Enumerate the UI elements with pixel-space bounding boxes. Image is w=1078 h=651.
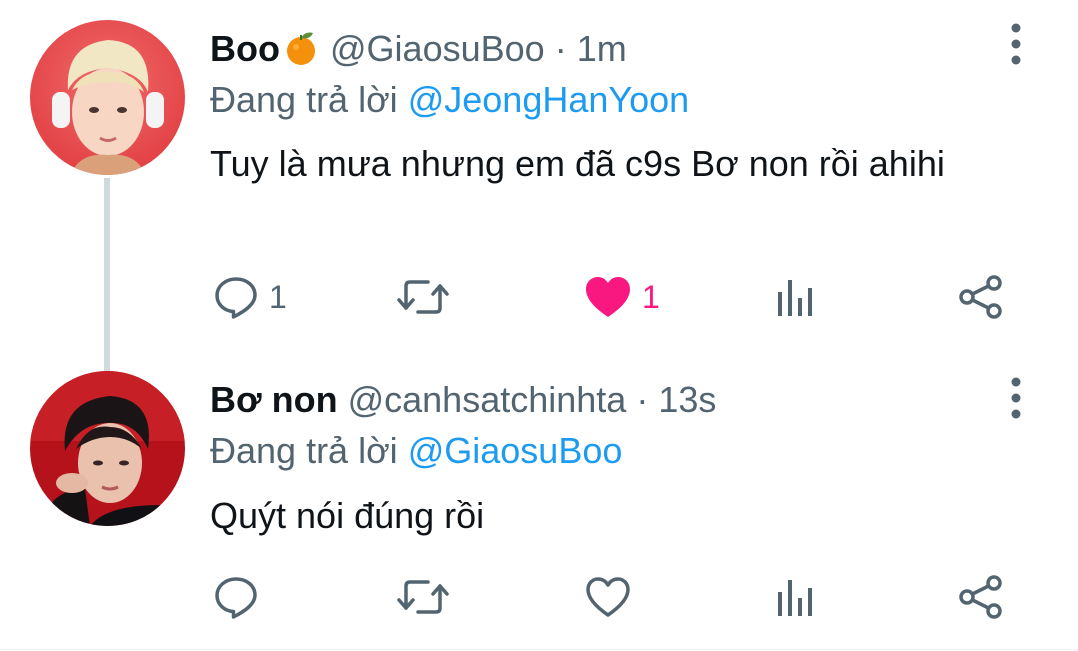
reply-icon	[213, 574, 259, 620]
retweet-button[interactable]	[396, 572, 450, 622]
reply-icon	[213, 274, 259, 320]
like-icon	[584, 575, 632, 619]
tweet[interactable]: Boo @GiaosuBoo · 1m Đang trả lời @JeongH…	[0, 0, 1078, 360]
avatar[interactable]	[30, 20, 185, 175]
separator-dot: ·	[636, 379, 649, 420]
tweet-header: Boo @GiaosuBoo · 1m	[210, 24, 627, 74]
tweet[interactable]: Bơ non @canhsatchinhta · 13s Đang trả lờ…	[0, 360, 1078, 650]
retweet-icon	[396, 274, 450, 320]
reply-count: 1	[269, 279, 287, 315]
like-count: 1	[642, 279, 660, 315]
retweet-button[interactable]	[396, 272, 450, 322]
reply-button[interactable]	[213, 572, 269, 622]
like-button[interactable]	[584, 572, 642, 622]
share-button[interactable]	[958, 572, 1004, 622]
analytics-icon	[776, 274, 814, 320]
more-vertical-icon[interactable]	[1004, 376, 1028, 420]
share-icon	[958, 274, 1004, 320]
mention-link[interactable]: @GiaosuBoo	[408, 430, 623, 471]
divider	[0, 649, 1078, 650]
user-handle[interactable]: @GiaosuBoo	[330, 28, 545, 69]
user-handle[interactable]: @canhsatchinhta	[348, 379, 627, 420]
tweet-text: Tuy là mưa nhưng em đã c9s Bơ non rồi ah…	[210, 143, 945, 184]
retweet-icon	[396, 574, 450, 620]
share-icon	[958, 574, 1004, 620]
tweet-header: Bơ non @canhsatchinhta · 13s	[210, 375, 716, 425]
analytics-button[interactable]	[776, 572, 814, 622]
reply-button[interactable]: 1	[213, 272, 287, 322]
replying-prefix: Đang trả lời	[210, 430, 398, 471]
display-name[interactable]: Boo	[210, 28, 280, 69]
replying-to: Đang trả lời @JeongHanYoon	[210, 75, 689, 125]
display-name[interactable]: Bơ non	[210, 379, 338, 420]
timestamp[interactable]: 13s	[658, 379, 716, 420]
tangerine-emoji	[282, 29, 320, 67]
more-vertical-icon[interactable]	[1004, 22, 1028, 66]
replying-to: Đang trả lời @GiaosuBoo	[210, 426, 622, 476]
separator-dot: ·	[554, 28, 567, 69]
mention-link[interactable]: @JeongHanYoon	[408, 79, 689, 120]
like-button[interactable]: 1	[584, 272, 660, 322]
timestamp[interactable]: 1m	[577, 28, 627, 69]
tweet-text: Quýt nói đúng rồi	[210, 495, 485, 536]
replying-prefix: Đang trả lời	[210, 79, 398, 120]
action-bar: 1 1	[0, 272, 1078, 322]
like-icon-filled	[584, 275, 632, 319]
action-bar	[0, 572, 1078, 622]
analytics-icon	[776, 574, 814, 620]
share-button[interactable]	[958, 272, 1004, 322]
avatar[interactable]	[30, 371, 185, 526]
analytics-button[interactable]	[776, 272, 814, 322]
